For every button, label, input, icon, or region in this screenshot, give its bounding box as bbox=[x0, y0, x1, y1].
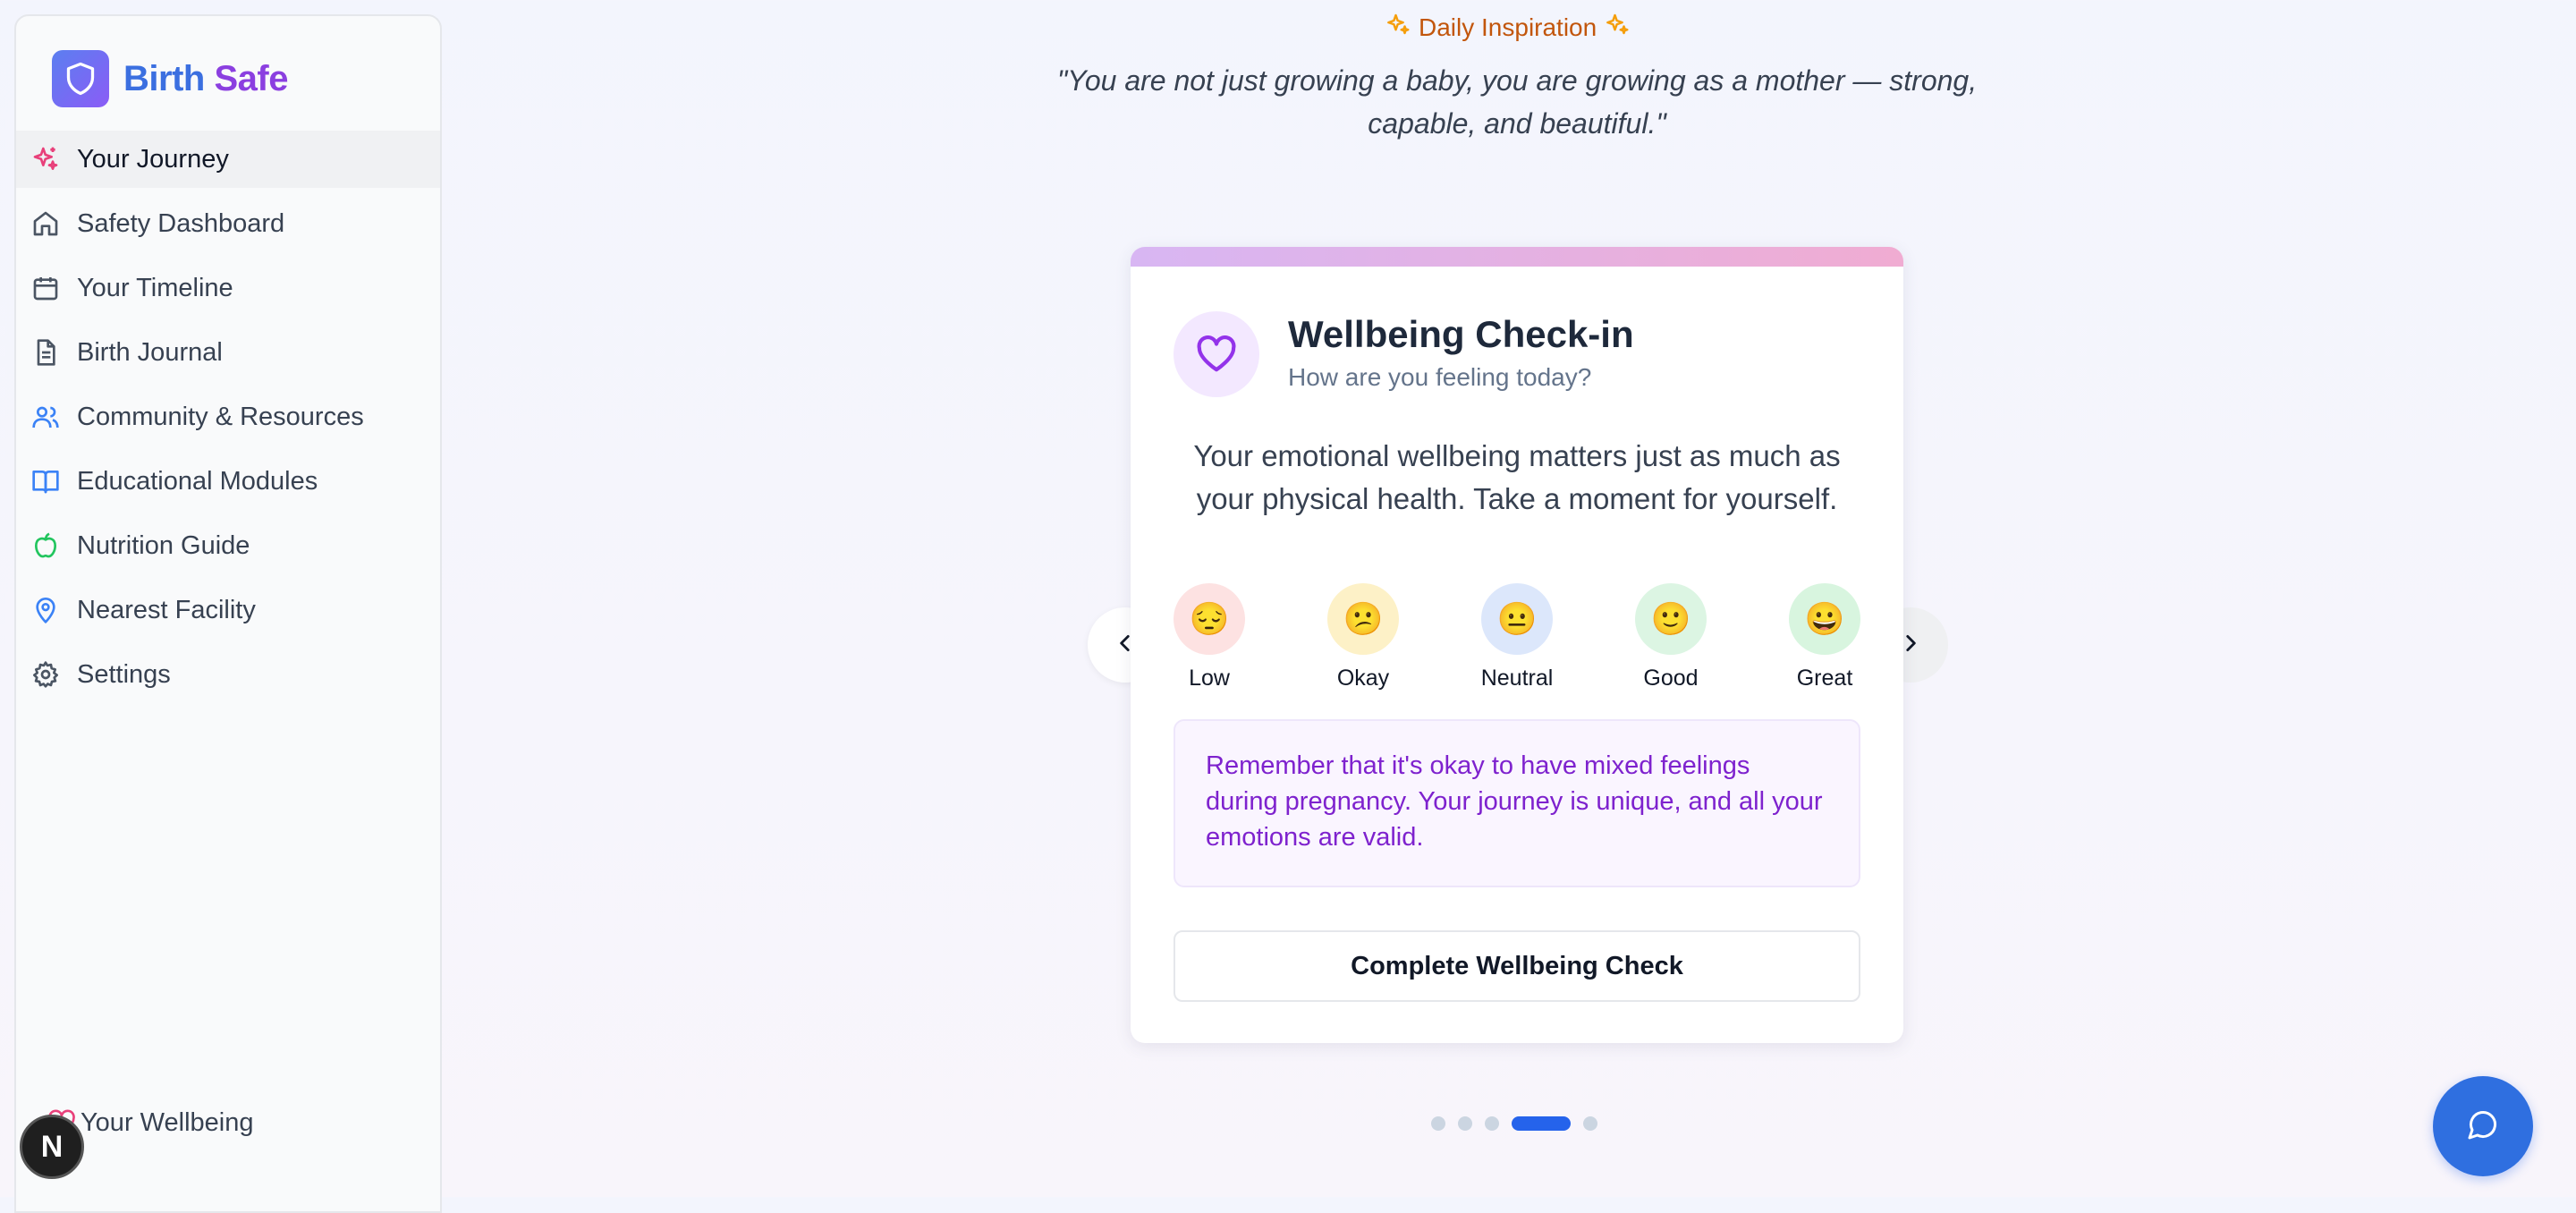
sidebar-item-birth-journal[interactable]: Birth Journal bbox=[16, 324, 440, 381]
wellbeing-card: Wellbeing Check-in How are you feeling t… bbox=[1131, 247, 1903, 1043]
card-subtitle: How are you feeling today? bbox=[1288, 363, 1592, 391]
sparkles-icon bbox=[1604, 11, 1631, 44]
daily-inspiration-label: Daily Inspiration bbox=[1385, 11, 1631, 44]
sidebar-item-settings[interactable]: Settings bbox=[16, 646, 440, 703]
sidebar-item-your-journey[interactable]: Your Journey bbox=[16, 131, 440, 188]
sidebar-item-label: Birth Journal bbox=[77, 337, 223, 367]
user-avatar[interactable]: N bbox=[20, 1115, 84, 1179]
carousel-dot-active[interactable] bbox=[1512, 1116, 1571, 1131]
carousel-pagination bbox=[1431, 1116, 1597, 1131]
sidebar-item-nearest-facility[interactable]: Nearest Facility bbox=[16, 581, 440, 639]
inspiration-quote: "You are not just growing a baby, you ar… bbox=[1056, 64, 1978, 140]
app-name-part1: Birth bbox=[123, 58, 205, 98]
app-logo[interactable]: Birth Safe bbox=[52, 50, 288, 107]
carousel-dot[interactable] bbox=[1458, 1116, 1472, 1131]
book-icon bbox=[30, 466, 61, 496]
mood-selector: 😔 Low 😕 Okay 😐 Neutral 🙂 Good 😀 Great bbox=[1174, 583, 1860, 691]
sidebar-item-label: Your Journey bbox=[77, 144, 229, 174]
carousel-dot[interactable] bbox=[1431, 1116, 1445, 1131]
mood-label: Great bbox=[1796, 666, 1853, 691]
sidebar-item-community-resources[interactable]: Community & Resources bbox=[16, 388, 440, 445]
sidebar-item-label: Safety Dashboard bbox=[77, 208, 285, 238]
card-accent-bar bbox=[1131, 247, 1903, 267]
mood-option-neutral[interactable]: 😐 Neutral bbox=[1463, 583, 1571, 691]
users-icon bbox=[30, 402, 61, 432]
carousel-dot[interactable] bbox=[1583, 1116, 1597, 1131]
map-pin-icon bbox=[30, 595, 61, 625]
mood-emoji-great: 😀 bbox=[1789, 583, 1860, 655]
mood-option-great[interactable]: 😀 Great bbox=[1771, 583, 1878, 691]
shield-icon bbox=[52, 50, 109, 107]
sidebar-item-label: Community & Resources bbox=[77, 402, 364, 431]
mood-option-good[interactable]: 🙂 Good bbox=[1617, 583, 1724, 691]
app-name-part2: Safe bbox=[214, 58, 288, 98]
mood-label: Low bbox=[1189, 666, 1230, 691]
sidebar-item-label: Nearest Facility bbox=[77, 595, 256, 624]
wellbeing-tip: Remember that it's okay to have mixed fe… bbox=[1174, 719, 1860, 887]
complete-wellbeing-check-button[interactable]: Complete Wellbeing Check bbox=[1174, 930, 1860, 1002]
chat-bubble-icon bbox=[2467, 1108, 2499, 1145]
mood-option-okay[interactable]: 😕 Okay bbox=[1309, 583, 1417, 691]
apple-icon bbox=[30, 530, 61, 561]
sidebar-nav: Your Journey Safety Dashboard Your Timel… bbox=[16, 131, 440, 710]
card-title: Wellbeing Check-in bbox=[1288, 313, 1634, 355]
mood-label: Okay bbox=[1336, 666, 1390, 691]
mood-emoji-neutral: 😐 bbox=[1481, 583, 1553, 655]
avatar-letter: N bbox=[40, 1129, 64, 1164]
mood-emoji-good: 🙂 bbox=[1635, 583, 1707, 655]
calendar-icon bbox=[30, 273, 61, 303]
sparkles-icon bbox=[1385, 11, 1411, 44]
daily-inspiration-text: Daily Inspiration bbox=[1419, 13, 1597, 41]
app-name: Birth Safe bbox=[123, 59, 288, 99]
chat-button[interactable] bbox=[2433, 1076, 2533, 1176]
sidebar-item-nutrition-guide[interactable]: Nutrition Guide bbox=[16, 517, 440, 574]
mood-emoji-okay: 😕 bbox=[1327, 583, 1399, 655]
sidebar-item-label: Nutrition Guide bbox=[77, 530, 250, 560]
sidebar-item-label: Educational Modules bbox=[77, 466, 318, 496]
sidebar-item-label: Your Timeline bbox=[77, 273, 233, 302]
mood-emoji-low: 😔 bbox=[1174, 583, 1245, 655]
sidebar-item-your-timeline[interactable]: Your Timeline bbox=[16, 259, 440, 317]
heart-icon bbox=[1174, 311, 1259, 397]
carousel-dot[interactable] bbox=[1485, 1116, 1499, 1131]
mood-option-low[interactable]: 😔 Low bbox=[1156, 583, 1263, 691]
sparkles-icon bbox=[30, 144, 61, 174]
sidebar: Birth Safe Your Journey Safety Dashboard… bbox=[14, 14, 442, 1213]
sidebar-wellbeing-label: Your Wellbeing bbox=[80, 1107, 254, 1137]
mood-label: Good bbox=[1643, 666, 1699, 691]
sidebar-item-safety-dashboard[interactable]: Safety Dashboard bbox=[16, 195, 440, 252]
document-icon bbox=[30, 337, 61, 368]
sidebar-item-label: Settings bbox=[77, 659, 171, 689]
card-description: Your emotional wellbeing matters just as… bbox=[1193, 439, 1841, 515]
sidebar-item-educational-modules[interactable]: Educational Modules bbox=[16, 453, 440, 510]
mood-label: Neutral bbox=[1480, 666, 1554, 691]
gear-icon bbox=[30, 659, 61, 690]
home-icon bbox=[30, 208, 61, 239]
